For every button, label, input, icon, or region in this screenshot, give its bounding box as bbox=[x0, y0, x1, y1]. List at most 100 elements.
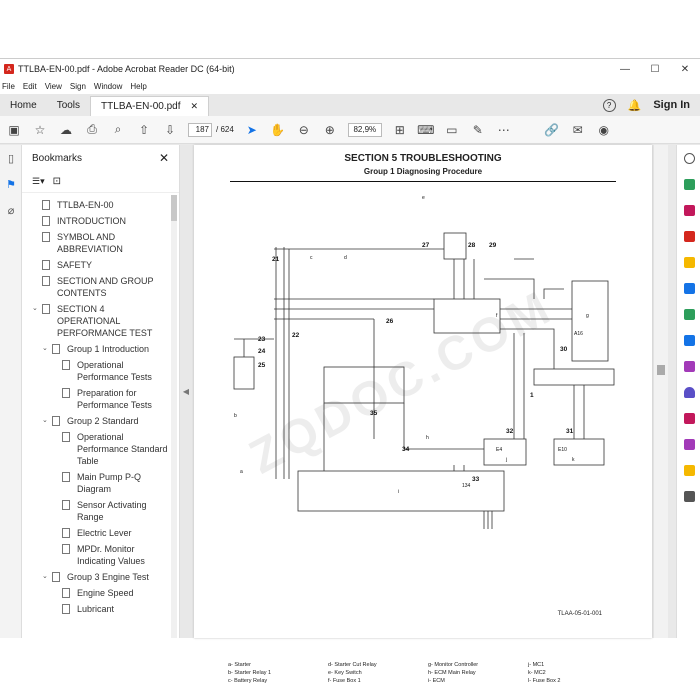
create-pdf-icon[interactable] bbox=[677, 223, 700, 249]
bookmark-item[interactable]: ⌄ Group 2 Standard bbox=[22, 415, 169, 427]
combine-files-icon[interactable] bbox=[677, 275, 700, 301]
menu-window[interactable]: Window bbox=[94, 82, 122, 91]
expand-chevron-icon[interactable]: ⌄ bbox=[42, 343, 52, 355]
highlight-pen-icon[interactable]: ✎ bbox=[470, 122, 486, 138]
organize-pages-icon[interactable] bbox=[677, 197, 700, 223]
next-page-icon[interactable]: ⇩ bbox=[162, 122, 178, 138]
tab-document[interactable]: TTLBA-EN-00.pdf ✕ bbox=[90, 96, 210, 116]
close-panel-icon[interactable]: ✕ bbox=[159, 151, 169, 165]
fit-page-icon[interactable]: ⊞ bbox=[392, 122, 408, 138]
bookmark-item[interactable]: Main Pump P-Q Diagram bbox=[22, 471, 169, 495]
export-pdf-icon[interactable] bbox=[677, 171, 700, 197]
tab-tools[interactable]: Tools bbox=[47, 94, 90, 116]
letter-d: d bbox=[344, 255, 347, 261]
comment-icon[interactable]: ▭ bbox=[444, 122, 460, 138]
title-bar: A TTLBA-EN-00.pdf - Adobe Acrobat Reader… bbox=[0, 59, 700, 79]
account-icon[interactable]: ◉ bbox=[596, 122, 612, 138]
minimize-button[interactable]: — bbox=[610, 64, 640, 75]
bookmark-item[interactable]: Preparation for Performance Tests bbox=[22, 387, 169, 411]
bookmark-item[interactable]: MPDr. Monitor Indicating Values bbox=[22, 543, 169, 567]
close-window-button[interactable]: ✕ bbox=[670, 64, 700, 75]
hand-tool-icon[interactable]: ✋ bbox=[270, 122, 286, 138]
bookmark-list: TTLBA-EN-00 INTRODUCTION SYMBOL AND ABBREV… bbox=[22, 195, 169, 638]
bookmark-item[interactable]: ⌄ Group 3 Engine Test bbox=[22, 571, 169, 583]
menu-help[interactable]: Help bbox=[130, 82, 146, 91]
expand-chevron-icon[interactable]: ⌄ bbox=[42, 415, 52, 427]
select-cursor-icon[interactable]: ➤ bbox=[244, 122, 260, 138]
print-icon[interactable]: ⎙ bbox=[84, 122, 100, 138]
bookmark-item[interactable]: Operational Performance Tests bbox=[22, 359, 169, 383]
zoom-out-icon[interactable]: ⊖ bbox=[296, 122, 312, 138]
bookmark-item[interactable]: SAFETY bbox=[22, 259, 169, 271]
zoom-level-field[interactable]: 82,9% bbox=[347, 122, 382, 137]
bookmark-item[interactable]: SECTION AND GROUP CONTENTS bbox=[22, 275, 169, 299]
legend-entry: f- Fuse Box 1 bbox=[328, 678, 361, 684]
protect-icon[interactable] bbox=[677, 379, 700, 405]
page-thumbnails-icon[interactable]: ▯ bbox=[0, 145, 22, 171]
scan-ocr-icon[interactable] bbox=[677, 327, 700, 353]
callout-32: 32 bbox=[506, 428, 514, 435]
expand-chevron-icon[interactable]: ⌄ bbox=[42, 571, 52, 583]
save-icon[interactable]: ▣ bbox=[6, 122, 22, 138]
email-icon[interactable]: ✉ bbox=[570, 122, 586, 138]
legend-entry: j- MC1 bbox=[528, 662, 545, 668]
notification-bell-icon[interactable]: 🔔 bbox=[628, 99, 642, 112]
menu-file[interactable]: File bbox=[2, 82, 15, 91]
legend-entry: b- Starter Relay 1 bbox=[228, 670, 272, 676]
previous-page-icon[interactable]: ⇧ bbox=[136, 122, 152, 138]
callout-30: 30 bbox=[560, 346, 568, 353]
bookmark-item[interactable]: TTLBA-EN-00 bbox=[22, 199, 169, 211]
bookmark-item[interactable]: ⌄ SECTION 4 OPERATIONAL PERFORMANCE TEST bbox=[22, 303, 169, 339]
bookmark-item[interactable]: INTRODUCTION bbox=[22, 215, 169, 227]
pdf-page: SECTION 5 TROUBLESHOOTING Group 1 Diagno… bbox=[194, 145, 652, 684]
right-tools-rail bbox=[676, 145, 700, 638]
menu-sign[interactable]: Sign bbox=[70, 82, 86, 91]
bookmarks-panel-icon[interactable]: ⚑ bbox=[0, 171, 22, 197]
bookmark-icon bbox=[62, 360, 70, 370]
bookmark-item[interactable]: Operational Performance Standard Table bbox=[22, 431, 169, 467]
keyboard-icon[interactable]: ⌨ bbox=[417, 122, 434, 138]
compress-icon[interactable] bbox=[677, 301, 700, 327]
letter-c: c bbox=[310, 255, 313, 261]
edit-pdf-icon[interactable] bbox=[677, 431, 700, 457]
document-scrollbar[interactable] bbox=[654, 145, 668, 638]
menu-view[interactable]: View bbox=[45, 82, 62, 91]
find-icon[interactable]: ⌕ bbox=[110, 122, 126, 138]
label-e4: E4 bbox=[496, 447, 502, 453]
letter-f: f bbox=[496, 313, 498, 319]
help-icon[interactable]: ? bbox=[602, 98, 616, 112]
sign-in-button[interactable]: Sign In bbox=[653, 99, 690, 111]
stamp-icon[interactable] bbox=[677, 457, 700, 483]
page-number-input[interactable]: 187 bbox=[188, 122, 212, 137]
comment-tool-icon[interactable] bbox=[677, 249, 700, 275]
more-tools-rail-icon[interactable] bbox=[677, 483, 700, 509]
attachments-icon[interactable]: ⌀ bbox=[0, 197, 22, 223]
panel-splitter[interactable]: ◀ bbox=[180, 145, 192, 638]
menu-edit[interactable]: Edit bbox=[23, 82, 37, 91]
more-tools-icon[interactable]: ⋯ bbox=[496, 122, 512, 138]
bookmark-icon bbox=[62, 544, 70, 554]
bookmark-item[interactable]: Lubricant bbox=[22, 603, 169, 615]
bookmark-item[interactable]: Engine Speed bbox=[22, 587, 169, 599]
bookmark-star-icon[interactable]: ☆ bbox=[32, 122, 48, 138]
fill-sign-icon[interactable] bbox=[677, 353, 700, 379]
add-bookmark-icon[interactable]: ⊡ bbox=[53, 176, 61, 187]
bookmark-options-icon[interactable]: ☰▾ bbox=[32, 176, 45, 187]
bookmark-item[interactable]: Electric Lever bbox=[22, 527, 169, 539]
bookmark-item[interactable]: Sensor Activating Range bbox=[22, 499, 169, 523]
tab-home[interactable]: Home bbox=[0, 94, 47, 116]
zoom-tool-icon[interactable] bbox=[677, 145, 700, 171]
zoom-in-icon[interactable]: ⊕ bbox=[322, 122, 338, 138]
redact-icon[interactable] bbox=[677, 405, 700, 431]
maximize-button[interactable]: ☐ bbox=[640, 64, 670, 75]
bookmark-label: SAFETY bbox=[57, 260, 93, 270]
upload-cloud-icon[interactable]: ☁ bbox=[58, 122, 74, 138]
bookmark-item[interactable]: ⌄ Group 1 Introduction bbox=[22, 343, 169, 355]
bookmark-item[interactable]: SYMBOL AND ABBREVIATION bbox=[22, 231, 169, 255]
share-link-icon[interactable]: 🔗 bbox=[544, 122, 560, 138]
legend-entry: a- Starter bbox=[228, 662, 251, 668]
close-tab-icon[interactable]: ✕ bbox=[191, 101, 199, 112]
expand-chevron-icon[interactable]: ⌄ bbox=[32, 303, 42, 315]
bookmark-icon bbox=[42, 200, 50, 210]
bookmark-scrollbar[interactable] bbox=[171, 195, 177, 638]
